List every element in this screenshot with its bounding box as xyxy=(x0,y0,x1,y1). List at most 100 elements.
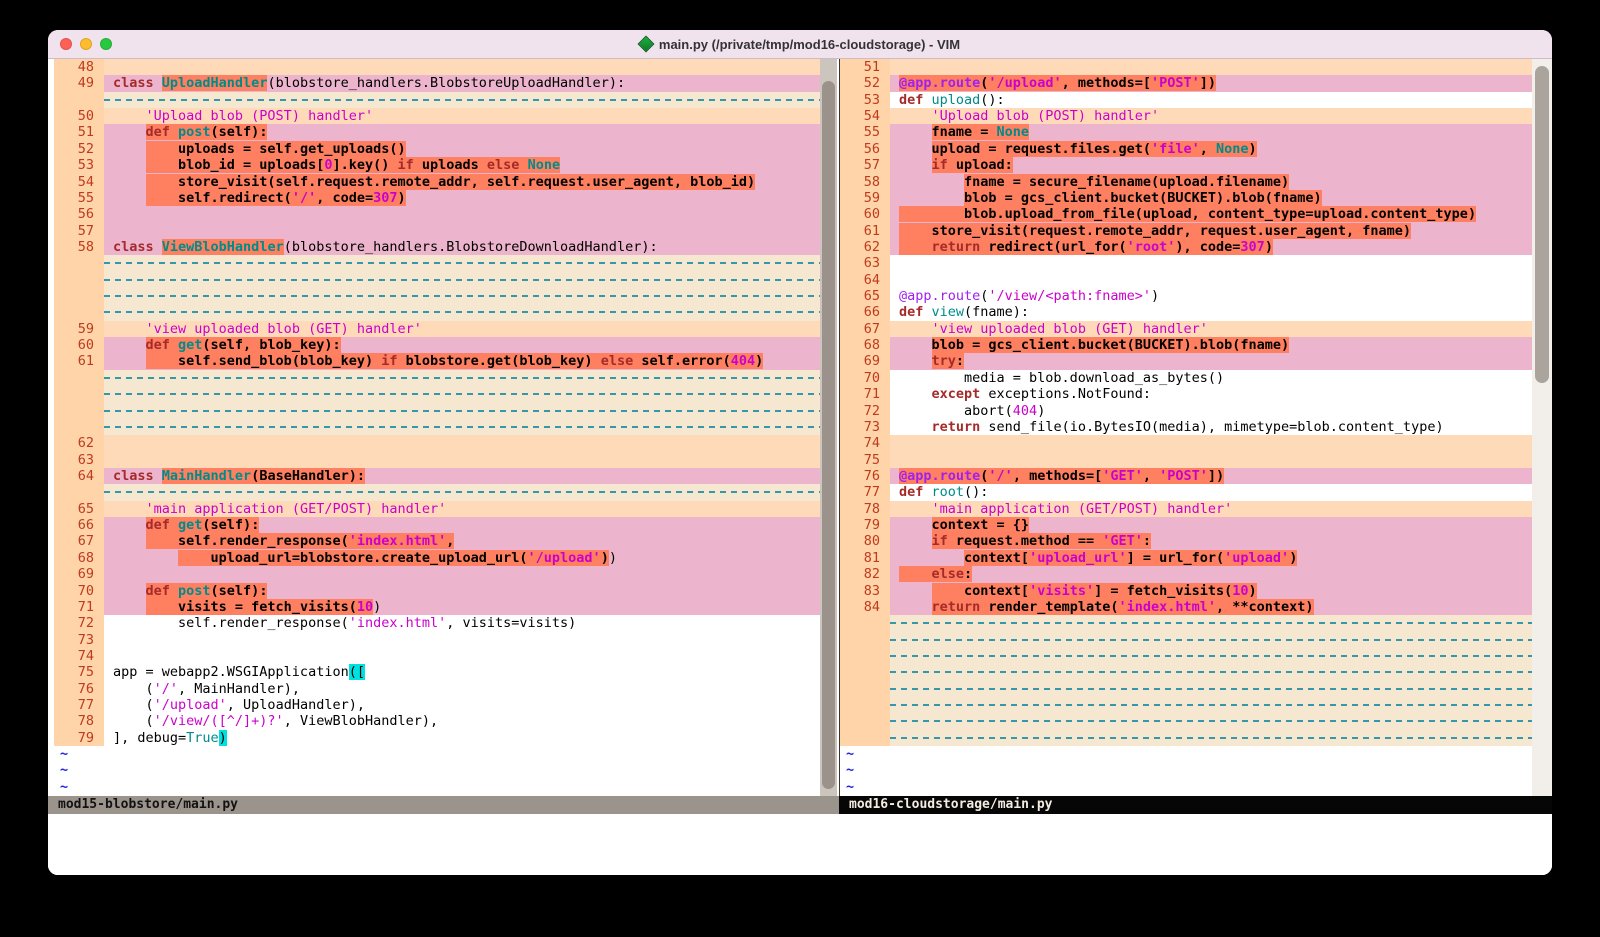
statusline-right[interactable]: mod16-cloudstorage/main.py xyxy=(839,796,1552,814)
minimize-button[interactable] xyxy=(80,38,92,50)
diff-filler-line[interactable] xyxy=(54,304,820,320)
code-line[interactable]: 71 visits = fetch_visits(10) xyxy=(54,599,820,615)
code-line[interactable]: 68 upload_url=blobstore.create_upload_ur… xyxy=(54,550,820,566)
code-line[interactable]: 77 ('/upload', UploadHandler), xyxy=(54,697,820,713)
statusline-left[interactable]: mod15-blobstore/main.py xyxy=(48,796,839,814)
diff-filler-line[interactable] xyxy=(54,288,820,304)
command-line[interactable] xyxy=(48,814,1552,875)
code-line[interactable]: 60 blob.upload_from_file(upload, content… xyxy=(840,206,1532,222)
code-line[interactable]: 64 xyxy=(840,272,1532,288)
code-line[interactable]: 50 'Upload blob (POST) handler' xyxy=(54,108,820,124)
code-line[interactable]: 51 xyxy=(840,59,1532,75)
code-line[interactable]: 48 xyxy=(54,59,820,75)
code-line[interactable]: 63 xyxy=(840,255,1532,271)
code-line[interactable]: 53def upload(): xyxy=(840,92,1532,108)
code-line[interactable]: 58class ViewBlobHandler(blobstore_handle… xyxy=(54,239,820,255)
close-button[interactable] xyxy=(60,38,72,50)
code-line[interactable]: 74 xyxy=(54,648,820,664)
empty-buffer-line[interactable]: ~ xyxy=(840,779,1532,795)
code-line[interactable]: 68 blob = gcs_client.bucket(BUCKET).blob… xyxy=(840,337,1532,353)
code-line[interactable]: 75 xyxy=(840,452,1532,468)
code-line[interactable]: 79], debug=True) xyxy=(54,730,820,746)
code-line[interactable]: 69 xyxy=(54,566,820,582)
code-line[interactable]: 64class MainHandler(BaseHandler): xyxy=(54,468,820,484)
code-line[interactable]: 55 fname = None xyxy=(840,124,1532,140)
empty-buffer-line[interactable]: ~ xyxy=(840,746,1532,762)
code-line[interactable]: 67 self.render_response('index.html', xyxy=(54,533,820,549)
diff-filler-line[interactable] xyxy=(840,632,1532,648)
code-line[interactable]: 78 'main application (GET/POST) handler' xyxy=(840,501,1532,517)
code-line[interactable]: 76 ('/', MainHandler), xyxy=(54,681,820,697)
diff-filler-line[interactable] xyxy=(840,664,1532,680)
code-line[interactable]: 73 xyxy=(54,632,820,648)
code-line[interactable]: 59 blob = gcs_client.bucket(BUCKET).blob… xyxy=(840,190,1532,206)
right-scrollbar[interactable] xyxy=(1532,59,1552,796)
code-line[interactable]: 61 store_visit(request.remote_addr, requ… xyxy=(840,223,1532,239)
editor-pane-right[interactable]: 5152@app.route('/upload', methods=['POST… xyxy=(839,59,1532,796)
code-line[interactable]: 52@app.route('/upload', methods=['POST']… xyxy=(840,75,1532,91)
diff-filler-line[interactable] xyxy=(54,92,820,108)
code-line[interactable]: 72 abort(404) xyxy=(840,403,1532,419)
code-line[interactable]: 52 uploads = self.get_uploads() xyxy=(54,141,820,157)
editor-pane-left[interactable]: 4849class UploadHandler(blobstore_handle… xyxy=(54,59,820,796)
code-line[interactable]: 78 ('/view/([^/]+)?', ViewBlobHandler), xyxy=(54,713,820,729)
diff-filler-line[interactable] xyxy=(54,419,820,435)
code-line[interactable]: 56 upload = request.files.get('file', No… xyxy=(840,141,1532,157)
empty-buffer-line[interactable]: ~ xyxy=(54,746,820,762)
code-line[interactable]: 54 'Upload blob (POST) handler' xyxy=(840,108,1532,124)
diff-filler-line[interactable] xyxy=(840,697,1532,713)
diff-filler-line[interactable] xyxy=(54,484,820,500)
code-line[interactable]: 54 store_visit(self.request.remote_addr,… xyxy=(54,174,820,190)
code-line[interactable]: 76@app.route('/', methods=['GET', 'POST'… xyxy=(840,468,1532,484)
code-line[interactable]: 62 return redirect(url_for('root'), code… xyxy=(840,239,1532,255)
diff-filler-line[interactable] xyxy=(840,713,1532,729)
code-line[interactable]: 59 'view uploaded blob (GET) handler' xyxy=(54,321,820,337)
code-line[interactable]: 77def root(): xyxy=(840,484,1532,500)
diff-filler-line[interactable] xyxy=(54,403,820,419)
code-line[interactable]: 66 def get(self): xyxy=(54,517,820,533)
code-line[interactable]: 80 if request.method == 'GET': xyxy=(840,533,1532,549)
code-line[interactable]: 67 'view uploaded blob (GET) handler' xyxy=(840,321,1532,337)
diff-filler-line[interactable] xyxy=(840,648,1532,664)
left-scrollbar[interactable] xyxy=(820,59,837,796)
diff-filler-line[interactable] xyxy=(840,730,1532,746)
code-line[interactable]: 69 try: xyxy=(840,353,1532,369)
empty-buffer-line[interactable]: ~ xyxy=(54,779,820,795)
code-line[interactable]: 82 else: xyxy=(840,566,1532,582)
code-line[interactable]: 57 xyxy=(54,223,820,239)
code-line[interactable]: 49class UploadHandler(blobstore_handlers… xyxy=(54,75,820,91)
zoom-button[interactable] xyxy=(100,38,112,50)
code-line[interactable]: 65@app.route('/view/<path:fname>') xyxy=(840,288,1532,304)
diff-filler-line[interactable] xyxy=(840,615,1532,631)
code-line[interactable]: 70 def post(self): xyxy=(54,583,820,599)
empty-buffer-line[interactable]: ~ xyxy=(54,762,820,778)
code-line[interactable]: 56 xyxy=(54,206,820,222)
code-line[interactable]: 75app = webapp2.WSGIApplication([ xyxy=(54,664,820,680)
code-line[interactable]: 65 'main application (GET/POST) handler' xyxy=(54,501,820,517)
code-line[interactable]: 84 return render_template('index.html', … xyxy=(840,599,1532,615)
code-line[interactable]: 51 def post(self): xyxy=(54,124,820,140)
code-line[interactable]: 83 context['visits'] = fetch_visits(10) xyxy=(840,583,1532,599)
code-line[interactable]: 57 if upload: xyxy=(840,157,1532,173)
diff-filler-line[interactable] xyxy=(54,272,820,288)
code-line[interactable]: 53 blob_id = uploads[0].key() if uploads… xyxy=(54,157,820,173)
code-line[interactable]: 66def view(fname): xyxy=(840,304,1532,320)
code-line[interactable]: 81 context['upload_url'] = url_for('uplo… xyxy=(840,550,1532,566)
empty-buffer-line[interactable]: ~ xyxy=(840,762,1532,778)
code-line[interactable]: 79 context = {} xyxy=(840,517,1532,533)
titlebar[interactable]: main.py (/private/tmp/mod16-cloudstorage… xyxy=(48,30,1552,59)
code-line[interactable]: 61 self.send_blob(blob_key) if blobstore… xyxy=(54,353,820,369)
diff-filler-line[interactable] xyxy=(54,386,820,402)
code-line[interactable]: 63 xyxy=(54,452,820,468)
code-line[interactable]: 72 self.render_response('index.html', vi… xyxy=(54,615,820,631)
right-scrollbar-thumb[interactable] xyxy=(1535,66,1549,383)
code-line[interactable]: 55 self.redirect('/', code=307) xyxy=(54,190,820,206)
code-line[interactable]: 62 xyxy=(54,435,820,451)
diff-filler-line[interactable] xyxy=(840,681,1532,697)
diff-filler-line[interactable] xyxy=(54,370,820,386)
code-line[interactable]: 70 media = blob.download_as_bytes() xyxy=(840,370,1532,386)
code-line[interactable]: 71 except exceptions.NotFound: xyxy=(840,386,1532,402)
code-line[interactable]: 73 return send_file(io.BytesIO(media), m… xyxy=(840,419,1532,435)
code-line[interactable]: 60 def get(self, blob_key): xyxy=(54,337,820,353)
code-line[interactable]: 58 fname = secure_filename(upload.filena… xyxy=(840,174,1532,190)
